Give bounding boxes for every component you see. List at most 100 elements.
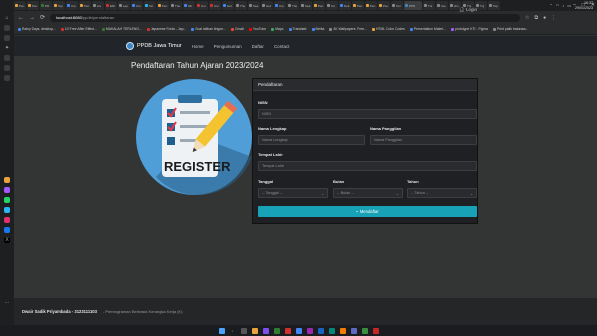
nav-link-home[interactable]: Home (192, 44, 204, 49)
taskbar-app-icon[interactable] (339, 327, 346, 334)
browser-tab[interactable]: Ton (391, 1, 403, 10)
bookmark-item[interactable]: prototype KTI - Figma (451, 27, 488, 31)
bookmark-item[interactable]: Rainy Days, desktop... (18, 27, 56, 31)
browser-tab[interactable]: Pen (79, 1, 91, 10)
bookmark-item[interactable]: Print patik batunaw... (492, 27, 528, 31)
browser-tab[interactable]: The (235, 1, 247, 10)
nav-link-pengumuman[interactable]: Pengumuman (214, 44, 242, 49)
bookmark-item[interactable]: HTML Color Codes (371, 27, 405, 31)
browser-tab[interactable]: The (170, 1, 182, 10)
browser-tab[interactable]: PR (40, 1, 52, 10)
bookmark-item[interactable]: Presentation Materi... (409, 27, 446, 31)
tahun-select[interactable]: -- Tahun -- ⌄ (407, 188, 477, 198)
tanggal-select[interactable]: -- Tanggal -- ⌄ (258, 188, 328, 198)
taskbar-app-icon[interactable] (317, 327, 324, 334)
browser-tab[interactable]: Cre (131, 1, 143, 10)
forward-icon[interactable]: → (29, 15, 35, 21)
sidebar-app-icon[interactable] (4, 25, 10, 31)
browser-tab[interactable]: Gol (222, 1, 234, 10)
search-icon[interactable]: ⌕ (230, 328, 236, 334)
taskbar-app-icon[interactable] (306, 327, 313, 334)
submit-button[interactable]: ▪ Mendaftar (258, 206, 477, 217)
bookmark-item[interactable]: Maps (271, 27, 284, 31)
sidebar-app-icon[interactable] (4, 65, 10, 71)
brand[interactable]: PPDB Jawa Timur (126, 42, 182, 50)
browser-tab[interactable]: Sea (300, 1, 312, 10)
nav-link-daftar[interactable]: Daftar (252, 44, 264, 49)
browser-tab[interactable]: Mir (183, 1, 195, 10)
wifi-icon[interactable]: ◠ (556, 3, 560, 8)
browser-tab[interactable]: Pen (352, 1, 364, 10)
sidebar-app-icon[interactable] (4, 55, 10, 61)
browser-tab[interactable]: Tut (423, 1, 435, 10)
nav-link-contact[interactable]: Contact (274, 44, 290, 49)
home-icon[interactable]: ⌂ (4, 15, 10, 21)
url-input[interactable]: localhost:8080/ppdb/pendaftaran (50, 13, 521, 22)
instagram-icon[interactable] (4, 217, 10, 223)
taskbar-app-icon[interactable] (251, 327, 258, 334)
volume-icon[interactable]: ♪ (562, 3, 564, 8)
bookmark-item[interactable]: YouTube (248, 27, 266, 31)
taskbar-app-icon[interactable] (284, 327, 291, 334)
taskbar-clock[interactable]: 16:37 29/01/2023 (575, 1, 593, 10)
sidebar-app-icon[interactable] (4, 177, 10, 183)
browser-tab[interactable]: Cor (209, 1, 221, 10)
taskbar-app-icon[interactable] (273, 327, 280, 334)
sidebar-more-icon[interactable]: … (4, 299, 10, 305)
bookmark-item[interactable]: 10 Free After Effect... (60, 27, 97, 31)
browser-tab[interactable]: Pen (27, 1, 39, 10)
browser-tab[interactable]: EDI (105, 1, 117, 10)
menu-icon[interactable]: ⋮ (551, 15, 556, 21)
taskbar-app-icon[interactable] (372, 327, 379, 334)
extensions-icon[interactable]: ⧉ (535, 15, 539, 21)
browser-tab[interactable]: Tot (326, 1, 338, 10)
browser-tab[interactable]: Cre (66, 1, 78, 10)
profile-icon[interactable]: ● (543, 15, 546, 21)
browser-tab[interactable]: eep (118, 1, 130, 10)
nama-panggilan-input[interactable]: Nama Panggilan (370, 135, 477, 145)
start-icon[interactable] (218, 327, 225, 334)
taskbar-app-icon[interactable] (350, 327, 357, 334)
browser-tab[interactable]: The (287, 1, 299, 10)
messenger-icon[interactable] (4, 187, 10, 193)
nama-lengkap-input[interactable]: Nama Lengkap (258, 135, 365, 145)
browser-tab[interactable]: Dok (339, 1, 351, 10)
sidebar-app-icon[interactable] (4, 75, 10, 81)
bookmark-item[interactable]: Japanese Fonts - Jap... (146, 27, 186, 31)
browser-tab[interactable]: Pen (14, 1, 26, 10)
bookmark-item[interactable]: 4K Wallpapers: Free... (329, 27, 367, 31)
bookmark-item[interactable]: MAKALAH TERLENG... (101, 27, 142, 31)
browser-tab[interactable]: Pen (313, 1, 325, 10)
bookmark-item[interactable]: Gmail (231, 27, 244, 31)
bulan-select[interactable]: -- Bulan -- ⌄ (333, 188, 403, 198)
browser-tab[interactable]: sud (261, 1, 273, 10)
bookmark-item[interactable]: Soal latihan tingon... (191, 27, 226, 31)
sidebar-app-icon[interactable] (4, 227, 10, 233)
pin-icon[interactable]: ✦ (4, 45, 10, 51)
taskbar-app-icon[interactable] (240, 327, 247, 334)
browser-tab[interactable]: Top (53, 1, 65, 10)
taskbar-app-icon[interactable] (328, 327, 335, 334)
reload-icon[interactable]: ⟳ (40, 14, 45, 21)
login-link[interactable]: 👤︎ Login (459, 7, 477, 13)
sidebar-app-icon[interactable] (4, 35, 10, 41)
taskbar-app-icon[interactable] (361, 327, 368, 334)
browser-tab[interactable]: Cre (274, 1, 286, 10)
tempat-lahir-input[interactable]: Tempat Lahir (258, 161, 477, 171)
bookmark-item[interactable]: Berita (311, 27, 324, 31)
taskbar-app-icon[interactable] (295, 327, 302, 334)
browser-tab[interactable]: Top (488, 1, 500, 10)
browser-tab[interactable]: Pen (365, 1, 377, 10)
browser-tab[interactable]: Cor (196, 1, 208, 10)
browser-tab[interactable]: Pen (378, 1, 390, 10)
browser-tab[interactable]: rwe (436, 1, 448, 10)
browser-tab[interactable]: Sea (248, 1, 260, 10)
browser-tab[interactable]: Tel (144, 1, 156, 10)
taskbar-app-icon[interactable] (262, 327, 269, 334)
browser-tab-active[interactable]: PPD (404, 1, 422, 10)
bookmark-item[interactable]: Translate (288, 27, 307, 31)
browser-tab[interactable]: ers (92, 1, 104, 10)
whatsapp-icon[interactable] (4, 197, 10, 203)
telegram-icon[interactable] (4, 207, 10, 213)
chevron-up-icon[interactable]: ⌃ (549, 3, 552, 8)
